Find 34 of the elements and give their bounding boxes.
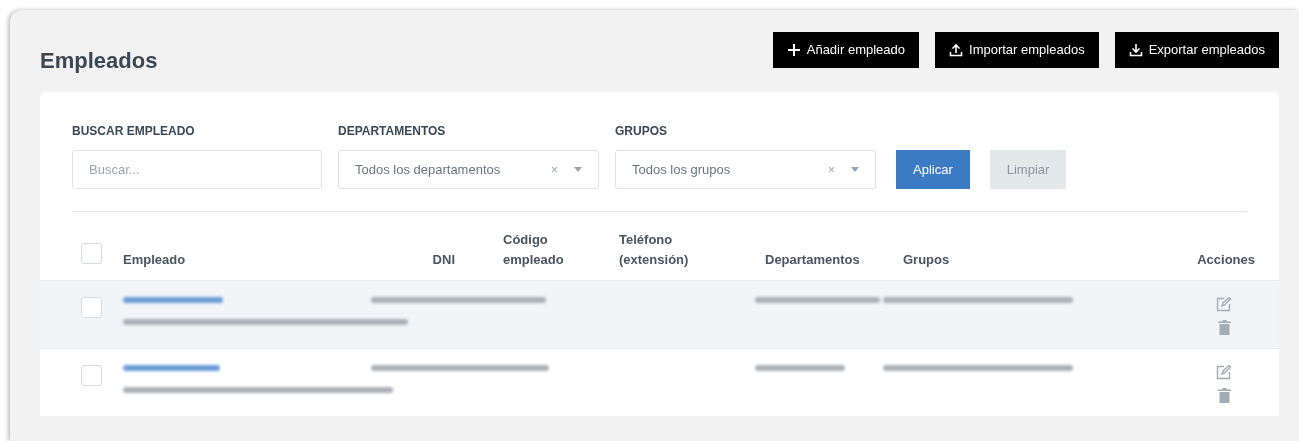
clear-icon[interactable]: × bbox=[828, 160, 835, 179]
column-header: Grupos bbox=[903, 251, 951, 270]
groups-select[interactable]: Todos los grupos × bbox=[615, 150, 876, 190]
export-button[interactable]: Exportar empleados bbox=[1114, 32, 1279, 68]
column-header: Departamentos bbox=[765, 251, 861, 270]
row-checkbox[interactable] bbox=[81, 365, 102, 387]
column-header: DNI bbox=[431, 251, 456, 270]
caret-icon bbox=[574, 167, 582, 173]
search-field[interactable]: Buscar... bbox=[72, 150, 322, 190]
download-icon bbox=[1128, 42, 1143, 57]
add-button[interactable]: Añadir empleado bbox=[772, 32, 920, 68]
column-header: Empleado bbox=[123, 251, 187, 270]
select-all-checkbox[interactable] bbox=[81, 243, 102, 265]
filter-label: BUSCAR EMPLEADO bbox=[72, 123, 196, 141]
apply-button[interactable]: Aplicar bbox=[896, 150, 970, 190]
clear-icon[interactable]: × bbox=[551, 160, 558, 179]
edit-icon[interactable] bbox=[1216, 297, 1231, 313]
column-header: Código empleado bbox=[503, 231, 565, 270]
upload-icon bbox=[949, 42, 964, 57]
edit-icon[interactable] bbox=[1216, 365, 1231, 381]
redacted-link[interactable] bbox=[123, 365, 220, 372]
plus-icon bbox=[786, 42, 801, 57]
caret-icon bbox=[851, 167, 859, 173]
column-header: Teléfono (extensión) bbox=[619, 231, 690, 270]
filter-label: DEPARTAMENTOS bbox=[338, 123, 447, 141]
column-header: Acciones bbox=[1196, 251, 1256, 270]
departments-select[interactable]: Todos los departamentos × bbox=[338, 150, 599, 190]
trash-icon[interactable] bbox=[1218, 320, 1231, 336]
filter-label: GRUPOS bbox=[615, 123, 668, 141]
page-title: Empleados bbox=[40, 48, 158, 75]
row-checkbox[interactable] bbox=[81, 297, 102, 319]
import-button[interactable]: Importar empleados bbox=[935, 32, 1099, 68]
redacted-link[interactable] bbox=[123, 297, 223, 304]
trash-icon[interactable] bbox=[1218, 388, 1231, 404]
